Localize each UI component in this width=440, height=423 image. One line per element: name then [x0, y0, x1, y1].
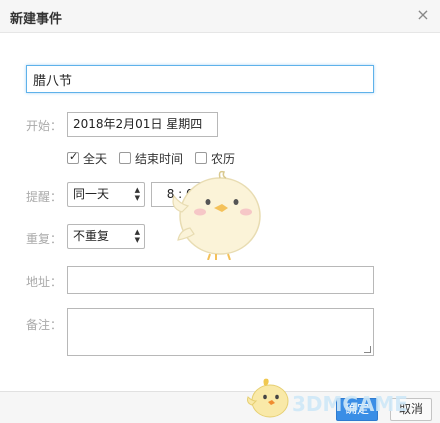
- dialog-titlebar: 新建事件 ×: [0, 0, 440, 33]
- address-input[interactable]: [67, 266, 374, 294]
- spinner-arrows-icon: ▲ ▼: [134, 186, 140, 202]
- lunar-checkbox[interactable]: [195, 152, 208, 164]
- spinner-arrows-icon: ▲ ▼: [134, 228, 140, 244]
- start-date-field[interactable]: 2018年2月01日 星期四: [67, 112, 218, 137]
- all-day-checkbox[interactable]: [67, 150, 79, 164]
- repeat-select-value: 不重复: [73, 229, 110, 243]
- dialog-title: 新建事件: [10, 12, 63, 27]
- new-event-dialog: 新建事件 × 开始： 2018年2月01日 星期四 全天 结束时间 农历 提醒：…: [0, 0, 440, 423]
- all-day-label: 全天: [83, 151, 108, 166]
- option-checkboxes: 全天 结束时间 农历: [67, 150, 247, 166]
- note-label: 备注：: [26, 318, 63, 332]
- remind-select[interactable]: 同一天 ▲ ▼: [67, 182, 145, 207]
- watermark-bird-icon: [247, 378, 289, 418]
- remind-select-value: 同一天: [73, 187, 110, 201]
- event-name-input[interactable]: [26, 65, 374, 93]
- repeat-label: 重复：: [26, 232, 63, 246]
- close-icon[interactable]: ×: [414, 6, 432, 24]
- repeat-select[interactable]: 不重复 ▲ ▼: [67, 224, 145, 249]
- note-textarea[interactable]: [67, 308, 374, 356]
- chick-mascot-icon: [172, 170, 261, 260]
- address-label: 地址：: [26, 275, 63, 289]
- watermark-text: 3DMGAME: [292, 392, 408, 416]
- resize-grip-icon[interactable]: [364, 346, 371, 353]
- end-time-label: 结束时间: [135, 151, 184, 166]
- lunar-label: 农历: [211, 151, 236, 166]
- remind-label: 提醒：: [26, 190, 63, 204]
- start-label: 开始：: [26, 119, 63, 133]
- end-time-checkbox[interactable]: [119, 152, 132, 164]
